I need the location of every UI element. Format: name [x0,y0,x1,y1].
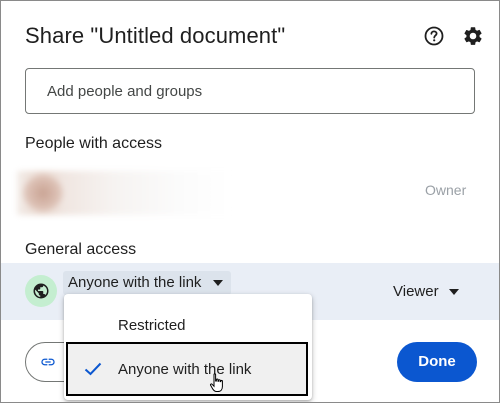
gear-icon[interactable] [462,25,484,47]
menu-item-label: Restricted [118,317,186,334]
menu-item-anyone-with-link[interactable]: Anyone with the link [66,342,308,396]
dialog-title: Share "Untitled document" [25,23,286,48]
general-access-selected: Anyone with the link [68,274,202,291]
menu-item-restricted[interactable]: Restricted [64,302,312,346]
avatar [23,175,63,211]
caret-down-icon [213,280,224,286]
globe-icon [25,275,57,307]
help-circle-icon[interactable] [423,25,445,47]
general-access-dropdown[interactable]: Anyone with the link [63,271,232,295]
check-icon [84,362,102,376]
owner-person-row [17,171,231,215]
hand-cursor-icon [209,373,223,392]
role-dropdown[interactable]: Viewer [393,283,439,300]
add-people-input[interactable]: Add people and groups [25,68,475,114]
people-with-access-heading: People with access [25,135,162,152]
add-people-placeholder: Add people and groups [47,83,203,100]
share-dialog: Share "Untitled document" Add people and… [0,0,500,403]
link-icon [41,358,55,366]
general-access-menu: Restricted Anyone with the link [64,294,312,400]
menu-item-label: Anyone with the link [118,361,252,378]
general-access-heading: General access [25,241,137,258]
role-caret-down-icon[interactable] [449,289,459,295]
owner-role-label: Owner [425,182,467,198]
done-button[interactable]: Done [397,342,477,382]
